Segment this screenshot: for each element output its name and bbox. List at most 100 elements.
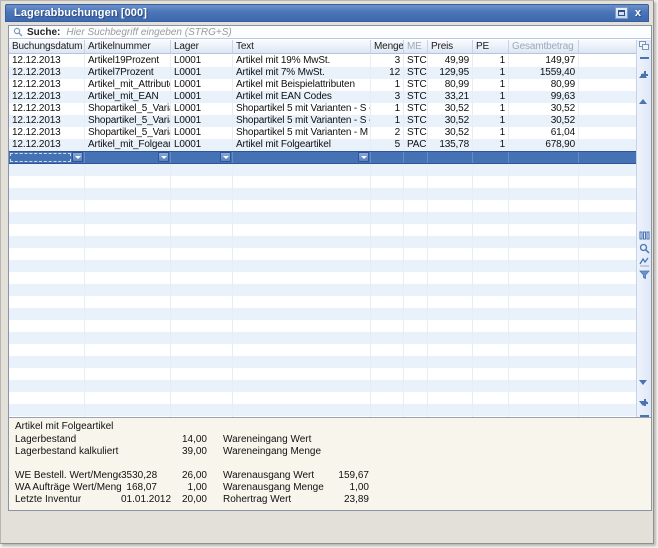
combo-dropdown-button[interactable] xyxy=(72,152,83,162)
new-entry-cell-me[interactable] xyxy=(404,152,428,163)
cell-artikelnummer: Shopartikel_5_Variant xyxy=(85,103,171,115)
window-titlebar[interactable]: Lagerabbuchungen [000] x xyxy=(5,4,649,22)
window-title: Lagerabbuchungen [000] xyxy=(14,7,615,19)
detail-label: Wareneingang Wert xyxy=(223,434,329,446)
new-entry-cell-buchungsdatum[interactable] xyxy=(9,152,85,163)
column-header-artikelnummer[interactable]: Artikelnummer xyxy=(85,40,171,53)
cell-filler xyxy=(579,296,636,308)
empty-row[interactable] xyxy=(9,212,636,224)
cell-artikelnummer xyxy=(85,164,171,176)
combo-dropdown-button[interactable] xyxy=(158,152,169,162)
search-input[interactable]: Hier Suchbegriff eingeben (STRG+S) xyxy=(66,27,231,38)
table-row[interactable]: 12.12.2013Shopartikel_5_VariantL0001Shop… xyxy=(9,115,636,127)
cell-filler xyxy=(579,248,636,260)
details-group-stock: Lagerbestand14,00Wareneingang WertLagerb… xyxy=(9,434,651,458)
table-row[interactable]: 12.12.2013Artikel19ProzentL0001Artikel m… xyxy=(9,55,636,67)
column-header-pe[interactable]: PE xyxy=(473,40,509,53)
details-row: Letzte Inventur01.01.201220,00Rohertrag … xyxy=(9,494,651,506)
cell-menge: 12 xyxy=(371,67,404,79)
cell-gesamtbetrag xyxy=(509,284,579,296)
combo-dropdown-button[interactable] xyxy=(220,152,231,162)
empty-row[interactable] xyxy=(9,272,636,284)
cell-filler xyxy=(579,356,636,368)
cell-gesamtbetrag: 678,90 xyxy=(509,139,579,151)
column-chooser-icon[interactable] xyxy=(639,228,650,239)
column-header-lager[interactable]: Lager xyxy=(171,40,233,53)
cell-text xyxy=(233,392,371,404)
empty-row[interactable] xyxy=(9,248,636,260)
column-header-buchungsdatum[interactable]: Buchungsdatum xyxy=(9,40,85,53)
details-row: Lagerbestand kalkuliert39,00Wareneingang… xyxy=(9,446,651,458)
empty-row[interactable] xyxy=(9,368,636,380)
cell-preis: 30,52 xyxy=(428,115,473,127)
copy-icon[interactable] xyxy=(639,41,650,52)
table-row[interactable]: 12.12.2013Shopartikel_5_VariantL0001Shop… xyxy=(9,127,636,139)
detail-value xyxy=(329,446,369,458)
cell-artikelnummer xyxy=(85,284,171,296)
empty-row[interactable] xyxy=(9,332,636,344)
table-row[interactable]: 12.12.2013Artikel_mit_FolgeartikL0001Art… xyxy=(9,139,636,151)
scroll-marker-icon[interactable] xyxy=(639,69,650,80)
empty-row[interactable] xyxy=(9,236,636,248)
column-header-text[interactable]: Text xyxy=(233,40,371,53)
empty-row[interactable] xyxy=(9,380,636,392)
scroll-to-top-icon[interactable] xyxy=(639,56,650,67)
empty-row[interactable] xyxy=(9,296,636,308)
statistics-icon[interactable] xyxy=(639,254,650,265)
close-button[interactable]: x xyxy=(633,7,643,19)
new-entry-cell-lager[interactable] xyxy=(171,152,233,163)
empty-row[interactable] xyxy=(9,224,636,236)
scrollbar-strip[interactable] xyxy=(636,40,651,417)
empty-row[interactable] xyxy=(9,284,636,296)
column-header-menge[interactable]: Menge xyxy=(371,40,404,53)
cell-artikelnummer xyxy=(85,200,171,212)
detail-value: 26,00 xyxy=(157,470,207,482)
cell-me xyxy=(404,308,428,320)
new-entry-cell-gesamtbetrag[interactable] xyxy=(509,152,579,163)
empty-row[interactable] xyxy=(9,164,636,176)
empty-row[interactable] xyxy=(9,320,636,332)
cell-me xyxy=(404,188,428,200)
empty-row[interactable] xyxy=(9,200,636,212)
column-header-preis[interactable]: Preis xyxy=(428,40,473,53)
cell-menge xyxy=(371,212,404,224)
scroll-down-icon[interactable] xyxy=(639,385,650,396)
combo-dropdown-button[interactable] xyxy=(358,152,369,162)
filter-icon[interactable] xyxy=(639,267,650,278)
empty-row[interactable] xyxy=(9,356,636,368)
empty-row[interactable] xyxy=(9,176,636,188)
new-entry-cell-text[interactable] xyxy=(233,152,371,163)
cell-gesamtbetrag xyxy=(509,296,579,308)
empty-row[interactable] xyxy=(9,188,636,200)
new-entry-cell-menge[interactable] xyxy=(371,152,404,163)
new-entry-cell-pe[interactable] xyxy=(473,152,509,163)
column-header-gesamtbetrag[interactable]: Gesamtbetrag xyxy=(509,40,579,53)
table-row[interactable]: 12.12.2013Artikel_mit_EANL0001Artikel mi… xyxy=(9,91,636,103)
empty-row[interactable] xyxy=(9,308,636,320)
empty-row[interactable] xyxy=(9,260,636,272)
restore-button[interactable] xyxy=(615,7,628,19)
new-entry-cell-filler xyxy=(579,152,636,163)
column-header-me[interactable]: ME xyxy=(404,40,428,53)
new-entry-row-selected[interactable] xyxy=(9,151,636,164)
table-row[interactable]: 12.12.2013Artikel7ProzentL0001Artikel mi… xyxy=(9,67,636,79)
empty-row[interactable] xyxy=(9,392,636,404)
cell-filler xyxy=(579,55,636,67)
cell-buchungsdatum xyxy=(9,260,85,272)
new-entry-cell-artikelnummer[interactable] xyxy=(85,152,171,163)
cell-pe xyxy=(473,332,509,344)
cell-text xyxy=(233,236,371,248)
table-row[interactable]: 12.12.2013Shopartikel_5_VariantL0001Shop… xyxy=(9,103,636,115)
empty-row[interactable] xyxy=(9,404,636,416)
cell-preis xyxy=(428,248,473,260)
table-row[interactable]: 12.12.2013Artikel_mit_AttributenL0001Art… xyxy=(9,79,636,91)
search-bar[interactable]: Suche: Hier Suchbegriff eingeben (STRG+S… xyxy=(9,26,651,39)
scroll-to-bottom-icon[interactable] xyxy=(639,406,650,417)
new-entry-cell-preis[interactable] xyxy=(428,152,473,163)
data-grid: 12.12.2013Artikel19ProzentL0001Artikel m… xyxy=(9,55,636,417)
search-icon[interactable] xyxy=(639,241,650,252)
cell-artikelnummer xyxy=(85,176,171,188)
scroll-up-icon[interactable] xyxy=(639,82,650,93)
empty-row[interactable] xyxy=(9,344,636,356)
cell-artikelnummer xyxy=(85,236,171,248)
